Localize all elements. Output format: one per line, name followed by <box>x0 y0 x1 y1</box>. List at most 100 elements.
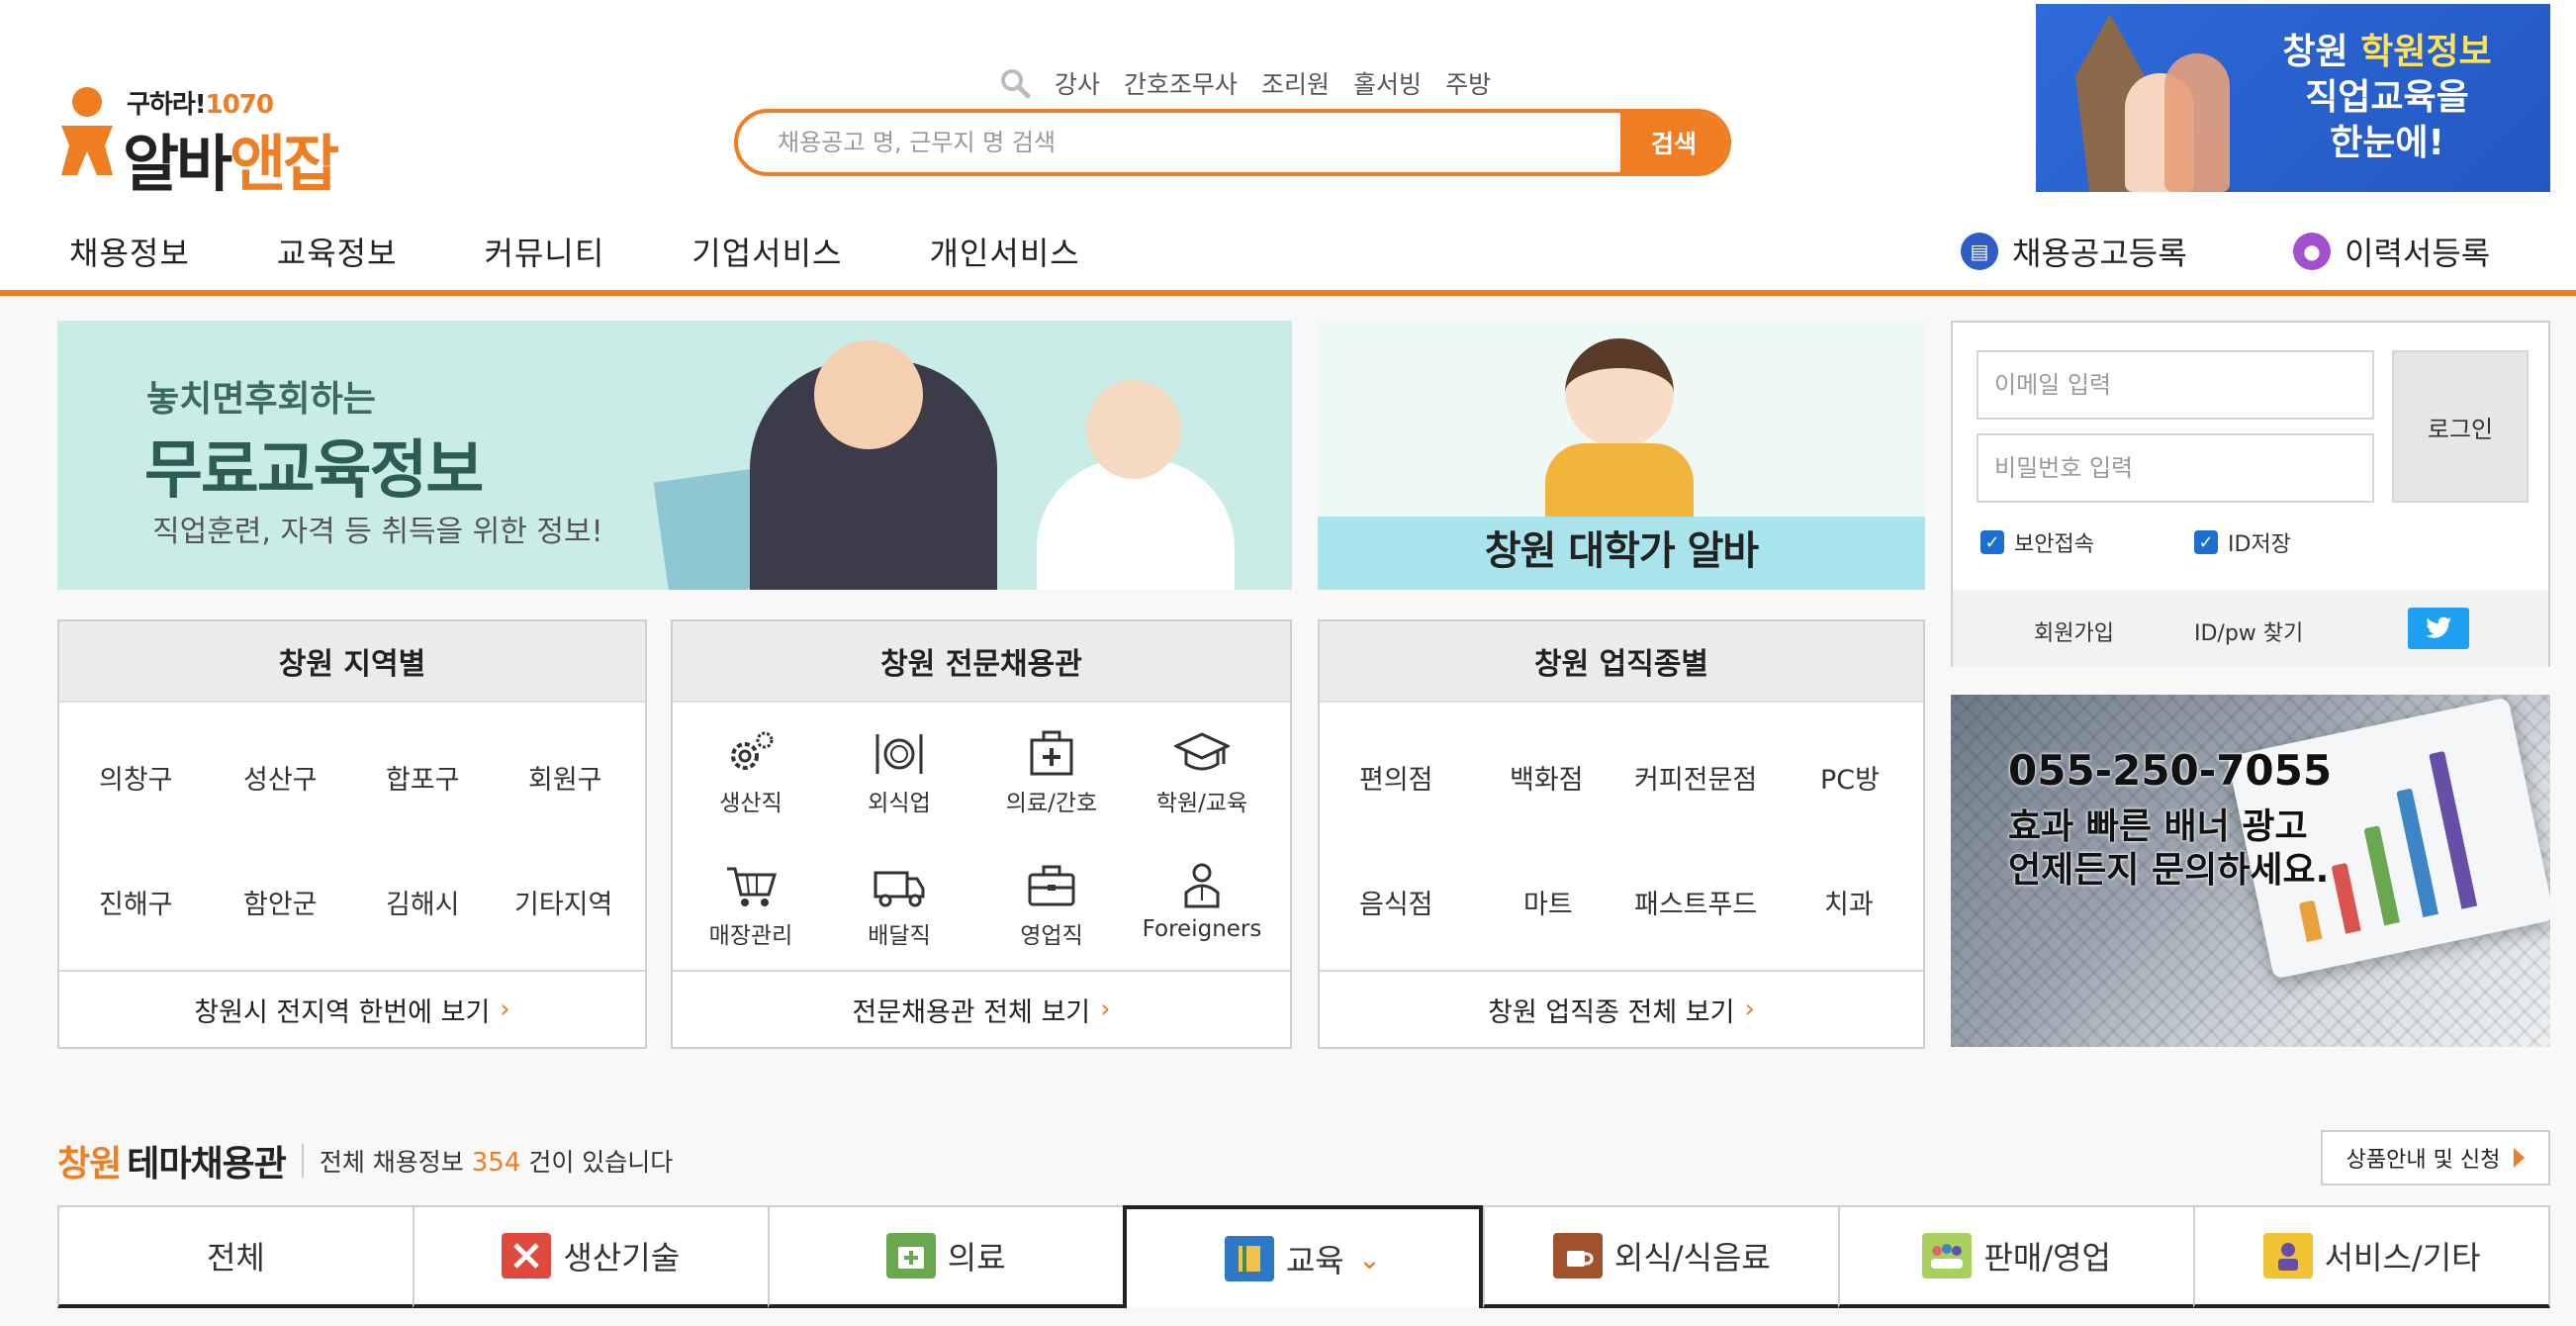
post-resume-link[interactable]: ● 이력서등록 <box>2293 226 2490 277</box>
tab-sales[interactable]: 판매/영업 <box>1838 1205 2194 1308</box>
truck-icon <box>874 871 925 907</box>
chart-bar-graphic <box>2298 900 2323 942</box>
search-bar: 검색 <box>734 109 1731 176</box>
special-item-foreigners[interactable]: Foreigners <box>1128 861 1276 942</box>
job-type-item[interactable]: 치과 <box>1824 883 1874 921</box>
job-type-item[interactable]: 백화점 <box>1510 758 1584 797</box>
special-item-label: 영업직 <box>1020 923 1083 949</box>
region-item[interactable]: 회원구 <box>528 758 602 797</box>
checkbox-checked-icon: ✓ <box>1980 530 2004 554</box>
login-panel: 로그인 ✓ 보안접속 ✓ ID저장 회원가입 ID/pw 찾기 <box>1951 321 2550 667</box>
job-type-item[interactable]: PC방 <box>1820 758 1880 797</box>
special-panel-title: 창원 전문채용관 <box>673 621 1290 703</box>
tab-education[interactable]: 교육 ⌄ <box>1122 1205 1484 1308</box>
first-aid-icon <box>885 1233 936 1279</box>
special-view-all-link[interactable]: 전문채용관 전체 보기 › <box>673 970 1290 1047</box>
secure-login-label: 보안접속 <box>2014 532 2094 557</box>
find-account-link[interactable]: ID/pw 찾기 <box>2194 616 2303 647</box>
special-item-medical[interactable]: 의료/간호 <box>977 728 1126 817</box>
special-item-dining[interactable]: 외식업 <box>825 728 973 817</box>
popular-keywords: 강사 간호조무사 조리원 홀서빙 주방 <box>999 63 1491 103</box>
tools-icon <box>502 1233 552 1279</box>
chart-bar-graphic <box>2363 825 2400 926</box>
password-field[interactable] <box>1977 433 2374 503</box>
special-item-sales[interactable]: 영업직 <box>977 861 1126 950</box>
edu-banner-subtitle: 직업훈련, 자격 등 취득을 위한 정보! <box>152 515 603 549</box>
special-item-label: 학원/교육 <box>1155 791 1248 816</box>
special-item-label: 외식업 <box>868 791 931 816</box>
search-input[interactable] <box>778 113 1628 172</box>
special-item-delivery[interactable]: 배달직 <box>825 861 973 950</box>
people-icon <box>1922 1233 1973 1279</box>
tab-food[interactable]: 외식/식음료 <box>1483 1205 1839 1308</box>
tab-label: 서비스/기타 <box>2324 1239 2481 1277</box>
post-job-link[interactable]: ▤ 채용공고등록 <box>1961 226 2187 277</box>
tab-label: 생산기술 <box>563 1239 681 1277</box>
product-info-button[interactable]: 상품안내 및 신청 <box>2321 1130 2550 1185</box>
special-item-education[interactable]: 학원/교육 <box>1128 728 1276 817</box>
tab-all[interactable]: 전체 <box>57 1205 413 1308</box>
free-education-banner[interactable]: 놓치면후회하는 무료교육정보 직업훈련, 자격 등 취득을 위한 정보! <box>57 321 1292 590</box>
tab-service[interactable]: 서비스/기타 <box>2193 1205 2551 1308</box>
arrow-right-icon <box>2514 1148 2526 1168</box>
save-id-checkbox[interactable]: ✓ ID저장 <box>2194 526 2291 558</box>
tab-medical[interactable]: 의료 <box>767 1205 1123 1308</box>
search-button[interactable]: 검색 <box>1620 113 1727 172</box>
region-item[interactable]: 기타지역 <box>514 883 612 921</box>
region-view-all-link[interactable]: 창원시 전지역 한번에 보기 › <box>59 970 645 1047</box>
special-item-store[interactable]: 매장관리 <box>677 861 825 950</box>
region-item[interactable]: 함안군 <box>243 883 318 921</box>
nav-item-business[interactable]: 기업서비스 <box>691 229 842 274</box>
login-footer: 회원가입 ID/pw 찾기 <box>1953 590 2548 667</box>
theme-tabs: 전체 생산기술 의료 교육 ⌄ 외식/식음료 판매/영업 서비스/기타 <box>57 1205 2551 1308</box>
signup-link[interactable]: 회원가입 <box>2034 616 2114 647</box>
nav-item-community[interactable]: 커뮤니티 <box>485 229 605 274</box>
popular-keyword[interactable]: 홀서빙 <box>1353 65 1422 101</box>
edu-banner-title: 무료교육정보 <box>144 434 484 508</box>
campus-alba-banner[interactable]: 창원 대학가 알바 <box>1318 321 1925 590</box>
popular-keyword[interactable]: 강사 <box>1055 65 1100 101</box>
job-type-view-all-link[interactable]: 창원 업직종 전체 보기 › <box>1320 970 1923 1047</box>
job-type-item[interactable]: 음식점 <box>1359 883 1433 921</box>
site-logo[interactable]: 구하라!1070 알바앤잡 <box>57 84 344 200</box>
region-view-all-label: 창원시 전지역 한번에 보기 <box>194 996 491 1028</box>
document-icon: ▤ <box>1961 233 1998 270</box>
job-type-view-all-label: 창원 업직종 전체 보기 <box>1488 996 1735 1028</box>
banner-ad[interactable]: 055-250-7055 효과 빠른 배너 광고 언제든지 문의하세요. <box>1951 695 2550 1047</box>
region-item[interactable]: 진해구 <box>99 883 173 921</box>
email-field[interactable] <box>1977 350 2374 420</box>
search-icon <box>1001 69 1031 99</box>
ad-line-2: 언제든지 문의하세요. <box>2008 850 2330 891</box>
popular-keyword[interactable]: 간호조무사 <box>1124 65 1238 101</box>
tab-label: 외식/식음료 <box>1613 1239 1771 1277</box>
chart-bar-graphic <box>2429 750 2478 909</box>
popular-keyword[interactable]: 주방 <box>1445 65 1491 101</box>
twitter-icon[interactable] <box>2408 608 2469 649</box>
nav-item-jobs[interactable]: 채용정보 <box>69 229 190 274</box>
chevron-down-icon: ⌄ <box>1357 1242 1382 1276</box>
region-item[interactable]: 김해시 <box>386 883 460 921</box>
popular-keyword[interactable]: 조리원 <box>1261 65 1330 101</box>
job-type-item[interactable]: 편의점 <box>1359 758 1433 797</box>
cart-icon <box>727 867 778 906</box>
special-item-production[interactable]: 생산직 <box>677 728 825 817</box>
nav-item-personal[interactable]: 개인서비스 <box>930 229 1080 274</box>
tab-production[interactable]: 생산기술 <box>412 1205 768 1308</box>
job-type-item[interactable]: 커피전문점 <box>1634 758 1757 797</box>
login-button[interactable]: 로그인 <box>2392 350 2529 503</box>
region-item[interactable]: 의창구 <box>99 758 173 797</box>
secure-login-checkbox[interactable]: ✓ 보안접속 <box>1980 526 2094 558</box>
job-type-item[interactable]: 패스트푸드 <box>1634 883 1757 921</box>
academy-banner[interactable]: 창원 학원정보 직업교육을 한눈에! <box>2036 4 2550 192</box>
region-panel: 창원 지역별 의창구 성산구 합포구 회원구 진해구 함안군 김해시 기타지역 … <box>57 619 647 1049</box>
chevron-right-icon: › <box>1744 994 1755 1024</box>
header-divider <box>0 290 2576 296</box>
region-item[interactable]: 합포구 <box>386 758 460 797</box>
chevron-right-icon: › <box>500 994 510 1024</box>
theme-title-region: 창원 <box>57 1144 122 1184</box>
post-resume-label: 이력서등록 <box>2345 235 2491 272</box>
save-id-label: ID저장 <box>2228 532 2291 557</box>
job-type-item[interactable]: 마트 <box>1523 883 1573 921</box>
region-item[interactable]: 성산구 <box>243 758 318 797</box>
nav-item-education[interactable]: 교육정보 <box>277 229 398 274</box>
